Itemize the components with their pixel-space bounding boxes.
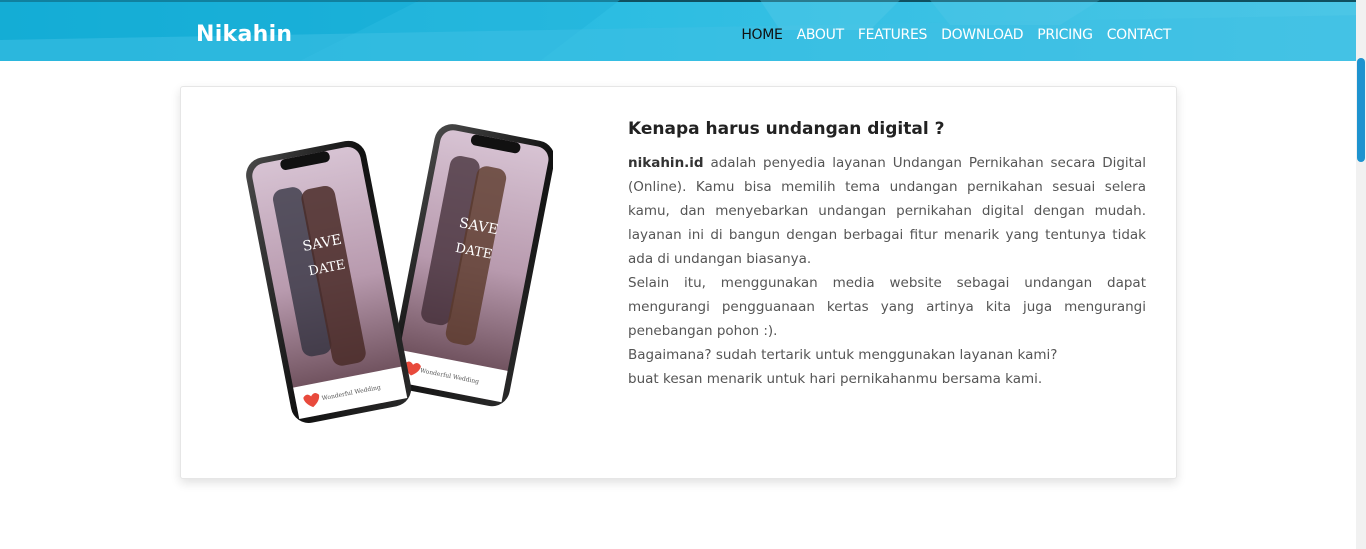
main-nav: HOME ABOUT FEATURES DOWNLOAD PRICING CON… xyxy=(727,27,1171,43)
about-card: SAVE DATE Wonderful Wedding SAVE DATE Wo… xyxy=(180,86,1177,479)
about-paragraph-3: Bagaimana? sudah tertarik untuk mengguna… xyxy=(628,347,1058,363)
nav-about[interactable]: ABOUT xyxy=(797,27,845,43)
about-title: Kenapa harus undangan digital ? xyxy=(628,119,945,139)
page-scrollbar[interactable] xyxy=(1356,0,1366,549)
brand-domain: nikahin.id xyxy=(628,155,704,171)
about-paragraph-2: Selain itu, menggunakan media website se… xyxy=(628,275,1146,339)
nav-home[interactable]: HOME xyxy=(741,27,783,43)
nav-features[interactable]: FEATURES xyxy=(858,27,928,43)
nav-contact[interactable]: CONTACT xyxy=(1107,27,1172,43)
about-paragraph-1: nikahin.id adalah penyedia layanan Undan… xyxy=(628,151,1146,271)
nav-download[interactable]: DOWNLOAD xyxy=(941,27,1023,43)
about-paragraph-4: buat kesan menarik untuk hari pernikahan… xyxy=(628,371,1043,387)
scrollbar-thumb[interactable] xyxy=(1357,58,1365,162)
site-header: Nikahin HOME ABOUT FEATURES DOWNLOAD PRI… xyxy=(0,0,1366,61)
brand-logo[interactable]: Nikahin xyxy=(196,22,292,47)
about-content: Kenapa harus undangan digital ? nikahin.… xyxy=(628,119,1146,391)
nav-pricing[interactable]: PRICING xyxy=(1037,27,1093,43)
about-paragraph-1-text: adalah penyedia layanan Undangan Pernika… xyxy=(628,155,1146,267)
phone-mockup-icon: SAVE DATE Wonderful Wedding SAVE DATE Wo… xyxy=(246,124,553,423)
